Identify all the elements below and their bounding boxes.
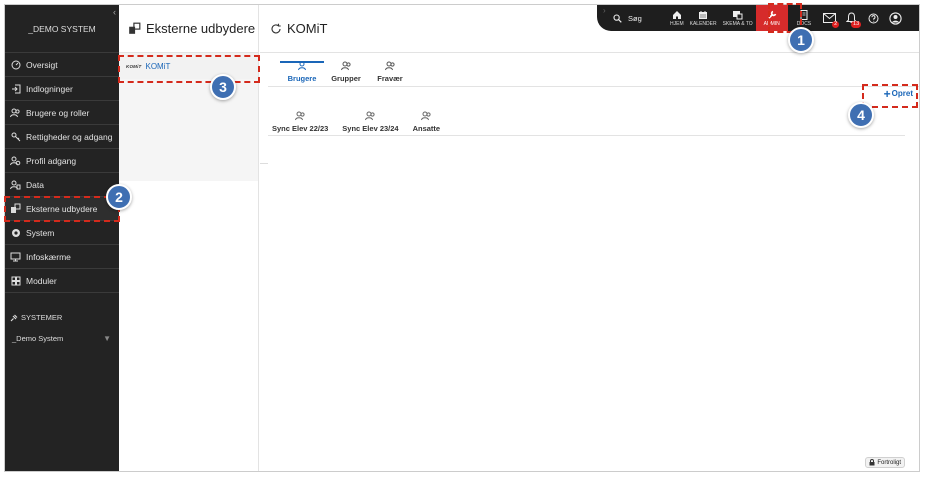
- avatar-icon: [888, 11, 902, 25]
- caret-down-icon: ▼: [103, 334, 111, 343]
- sidebar-item-label: Data: [26, 179, 44, 190]
- key-icon: [10, 131, 21, 142]
- gear-icon: [10, 227, 21, 238]
- help-icon: [868, 13, 879, 24]
- group-icon: [340, 61, 352, 72]
- sidebar-item-label: Infoskærme: [26, 251, 71, 262]
- page-title: KOMiT: [287, 21, 328, 36]
- sidebar-item-oversigt[interactable]: Oversigt: [5, 53, 119, 77]
- login-icon: [10, 83, 21, 94]
- step-marker-1: 1: [788, 27, 814, 53]
- sidebar-item-indlogninger[interactable]: Indlogninger: [5, 77, 119, 101]
- system-selector-value: _Demo System: [12, 334, 64, 343]
- sidebar-item-label: System: [26, 227, 55, 238]
- sidebar-item-label: Brugere og roller: [26, 107, 90, 118]
- users-icon: [10, 107, 21, 118]
- sidebar-item-brugere-og-roller[interactable]: Brugere og roller: [5, 101, 119, 125]
- sidebar-item-label: Profil adgang: [26, 155, 77, 166]
- tab-fravaer[interactable]: Fravær: [368, 61, 412, 85]
- subtab-sync-elev-22-23[interactable]: Sync Elev 22/23: [272, 111, 328, 133]
- dashboard-icon: [10, 59, 21, 70]
- tabs-divider: [268, 86, 919, 87]
- help-button[interactable]: [862, 5, 884, 31]
- profile-users-icon: [10, 155, 21, 166]
- highlight-create: [862, 84, 918, 108]
- plug-icon: [10, 314, 18, 322]
- sidebar-item-infoskaerme[interactable]: Infoskærme: [5, 245, 119, 269]
- step-marker-2: 2: [106, 184, 132, 210]
- sidebar-item-data[interactable]: Data: [5, 173, 119, 197]
- data-users-icon: [10, 179, 21, 190]
- modules-icon: [10, 275, 21, 286]
- group-icon: [384, 61, 396, 72]
- notifications-button[interactable]: 13: [840, 5, 862, 31]
- systems-title: SYSTEMER: [5, 313, 119, 322]
- subtab-ansatte[interactable]: Ansatte: [413, 111, 440, 133]
- step-marker-3: 3: [210, 74, 236, 100]
- confidential-badge: Fortroligt: [865, 457, 905, 468]
- sidebar-item-system[interactable]: System: [5, 221, 119, 245]
- providers-header: Eksterne udbydere: [119, 5, 258, 53]
- tab-grupper[interactable]: Grupper: [324, 61, 368, 85]
- chevron-right-icon[interactable]: ›: [603, 6, 606, 15]
- sidebar-item-rettigheder[interactable]: Rettigheder og adgang: [5, 125, 119, 149]
- monitor-icon: [10, 251, 21, 262]
- schedule-icon: [732, 10, 743, 20]
- external-providers-icon: [128, 22, 141, 35]
- sidebar-item-label: Oversigt: [26, 59, 58, 70]
- calendar-button[interactable]: KALENDER: [687, 5, 720, 31]
- calendar-icon: [698, 10, 708, 20]
- search-button[interactable]: Søg: [613, 14, 653, 23]
- sidebar-item-label: Moduler: [26, 275, 57, 286]
- sidebar: ‹ _DEMO SYSTEM Oversigt Indlogninger Bru…: [5, 5, 119, 471]
- top-bar: › Søg HJEM KALENDER SKEMA & TO ADMIN DOC…: [597, 5, 919, 31]
- system-selector[interactable]: _Demo System ▼: [5, 334, 119, 343]
- sidebar-item-label: Rettigheder og adgang: [26, 131, 113, 142]
- mail-badge: 2: [832, 21, 840, 28]
- schedule-button[interactable]: SKEMA & TO: [720, 5, 756, 31]
- sidebar-item-label: Indlogninger: [26, 83, 73, 94]
- subtab-sync-elev-23-24[interactable]: Sync Elev 23/24: [342, 111, 399, 133]
- sidebar-item-profil-adgang[interactable]: Profil adgang: [5, 149, 119, 173]
- subtabs-divider: [268, 135, 905, 136]
- providers-title: Eksterne udbydere: [146, 21, 256, 36]
- sync-icon: [270, 23, 282, 35]
- providers-list-area: [119, 79, 258, 181]
- notification-badge: 13: [851, 21, 862, 28]
- sidebar-item-moduler[interactable]: Moduler: [5, 269, 119, 293]
- system-name: _DEMO SYSTEM: [5, 5, 119, 53]
- divider: [260, 163, 268, 164]
- highlight-komit: [118, 55, 260, 83]
- home-icon: [672, 10, 682, 20]
- lock-icon: [869, 459, 875, 466]
- user-icon: [297, 61, 307, 72]
- home-button[interactable]: HJEM: [667, 5, 687, 31]
- group-icon: [364, 111, 376, 122]
- highlight-eksterne-udbydere: [4, 196, 120, 222]
- main-content: KOMiT Brugere Grupper Fravær + Opret Syn…: [260, 5, 919, 471]
- group-icon: [294, 111, 306, 122]
- mail-button[interactable]: 2: [818, 5, 840, 31]
- sync-subtabs: Sync Elev 22/23 Sync Elev 23/24 Ansatte: [272, 111, 454, 133]
- search-icon: [613, 13, 622, 23]
- step-marker-4: 4: [848, 102, 874, 128]
- group-icon: [420, 111, 432, 122]
- tab-brugere[interactable]: Brugere: [280, 61, 324, 85]
- main-tabs: Brugere Grupper Fravær: [280, 61, 412, 85]
- profile-button[interactable]: [884, 5, 906, 31]
- collapse-sidebar-icon[interactable]: ‹: [113, 7, 116, 17]
